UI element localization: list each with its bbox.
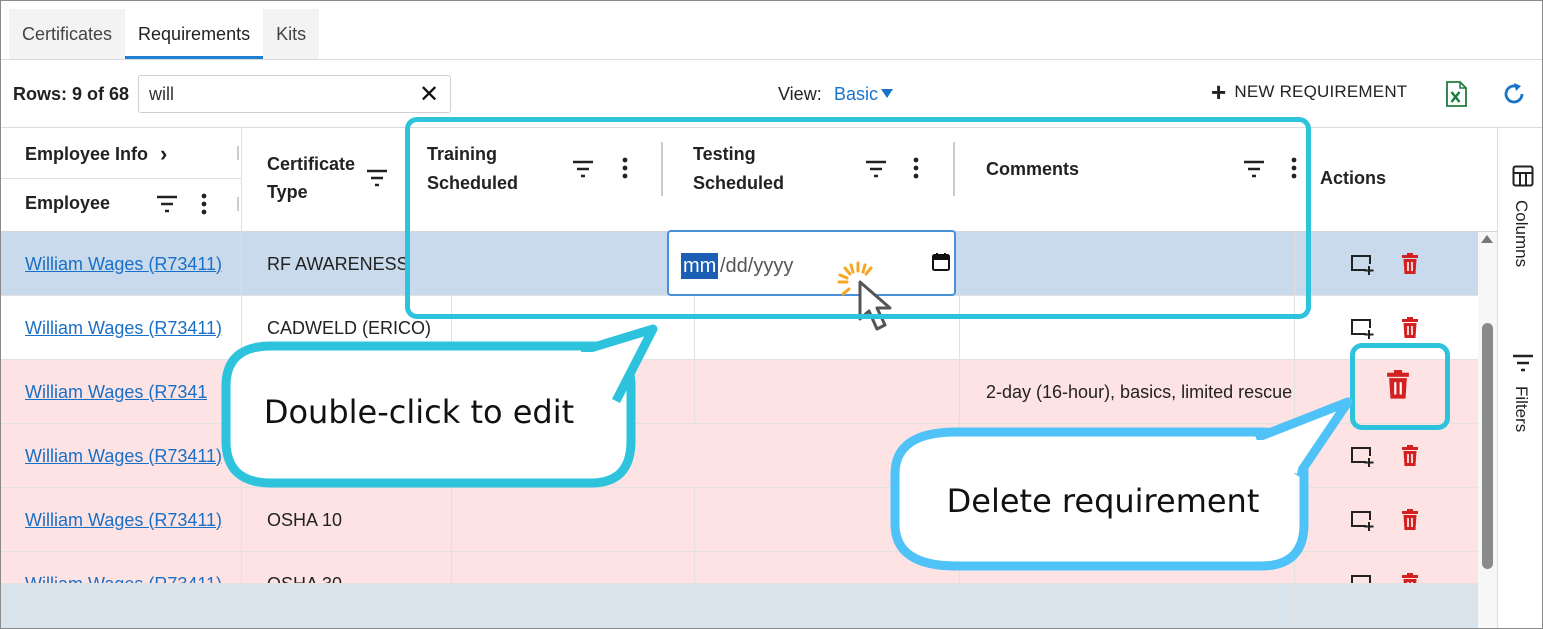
filter-icon[interactable] xyxy=(1512,354,1534,372)
filters-panel-tab[interactable]: Filters xyxy=(1511,386,1531,432)
filter-icon[interactable] xyxy=(156,195,178,213)
side-tool-panel: Columns Filters xyxy=(1497,128,1542,628)
cell-divider xyxy=(1294,584,1295,628)
more-vertical-icon[interactable] xyxy=(201,193,207,215)
delete-callout: Delete requirement xyxy=(886,396,1356,581)
cell-divider xyxy=(241,232,242,296)
tab-kits[interactable]: Kits xyxy=(263,9,319,60)
employee-link[interactable]: William Wages (R73411) xyxy=(25,552,222,584)
view-label: View: xyxy=(778,84,822,104)
editable-columns-highlight xyxy=(405,117,1311,319)
certificate-cell: OSHA 10 xyxy=(267,509,343,530)
header-separator xyxy=(237,197,239,211)
employee-link[interactable]: William Wages (R73411) xyxy=(25,424,222,488)
caret-down-icon[interactable] xyxy=(881,89,893,98)
cell-divider xyxy=(694,552,695,583)
trash-icon[interactable] xyxy=(1401,317,1419,339)
cell-divider xyxy=(959,584,960,628)
employee-link[interactable]: William Wages (R73411) xyxy=(25,296,222,360)
refresh-icon[interactable] xyxy=(1501,81,1527,107)
cell-divider xyxy=(451,488,452,552)
view-select[interactable]: Basic xyxy=(834,84,878,105)
new-requirement-label: NEW REQUIREMENT xyxy=(1234,82,1408,101)
filter-icon[interactable] xyxy=(366,169,388,187)
column-group-employee-info[interactable]: Employee Info xyxy=(25,140,148,168)
cell-divider xyxy=(694,488,695,552)
app-frame: Certificates Requirements Kits Rows: 9 o… xyxy=(0,0,1543,629)
certificate-cell: OSHA 30 xyxy=(267,573,343,584)
new-requirement-button[interactable]: + NEW REQUIREMENT xyxy=(1211,77,1408,107)
trash-icon[interactable] xyxy=(1401,445,1419,467)
cell-divider xyxy=(241,552,242,583)
cell-divider xyxy=(241,584,242,628)
header-group-divider xyxy=(1,178,241,179)
tab-bar: Certificates Requirements Kits xyxy=(9,9,320,60)
column-header-certificate-type-line1[interactable]: Certificate xyxy=(267,150,355,178)
trash-icon[interactable] xyxy=(1401,253,1419,275)
tab-requirements[interactable]: Requirements xyxy=(125,9,264,60)
column-header-actions: Actions xyxy=(1320,168,1387,188)
row-count: Rows: 9 of 68 xyxy=(13,84,130,104)
add-to-kit-icon[interactable] xyxy=(1350,318,1374,340)
cell-divider xyxy=(241,488,242,552)
tab-certificates[interactable]: Certificates xyxy=(9,9,125,60)
certificate-cell: RF AWARENESS ( xyxy=(267,253,407,274)
trash-icon[interactable] xyxy=(1401,573,1419,584)
edit-callout: Double-click to edit xyxy=(201,321,661,491)
employee-link[interactable]: William Wages (R7341 xyxy=(25,360,207,424)
cell-divider xyxy=(451,552,452,583)
column-header-certificate-type-line2[interactable]: Type xyxy=(267,178,308,206)
delete-callout-text: Delete requirement xyxy=(946,481,1260,520)
cell-divider xyxy=(694,584,695,628)
header-separator xyxy=(237,146,239,160)
clear-search-icon[interactable]: ✕ xyxy=(418,83,440,107)
column-header-employee[interactable]: Employee xyxy=(25,189,110,217)
scroll-up-icon[interactable] xyxy=(1481,235,1493,243)
cell-divider xyxy=(451,584,452,628)
grid-footer xyxy=(1,584,1478,628)
scrollbar-thumb[interactable] xyxy=(1482,323,1493,569)
search-input[interactable] xyxy=(138,75,451,113)
trash-icon[interactable] xyxy=(1401,509,1419,531)
employee-link[interactable]: William Wages (R73411) xyxy=(25,488,222,552)
header-divider xyxy=(241,128,242,232)
plus-icon: + xyxy=(1211,77,1227,107)
columns-panel-tab[interactable]: Columns xyxy=(1511,200,1531,267)
employee-link[interactable]: William Wages (R73411) xyxy=(25,232,222,296)
trash-icon[interactable] xyxy=(1385,370,1411,400)
cell-divider xyxy=(694,360,695,424)
excel-export-icon[interactable] xyxy=(1445,81,1467,107)
chevron-right-icon[interactable]: › xyxy=(160,141,167,167)
add-to-kit-icon[interactable] xyxy=(1350,254,1374,276)
edit-callout-text: Double-click to edit xyxy=(263,393,575,431)
tab-divider xyxy=(1,59,1542,60)
columns-icon[interactable] xyxy=(1512,165,1534,187)
